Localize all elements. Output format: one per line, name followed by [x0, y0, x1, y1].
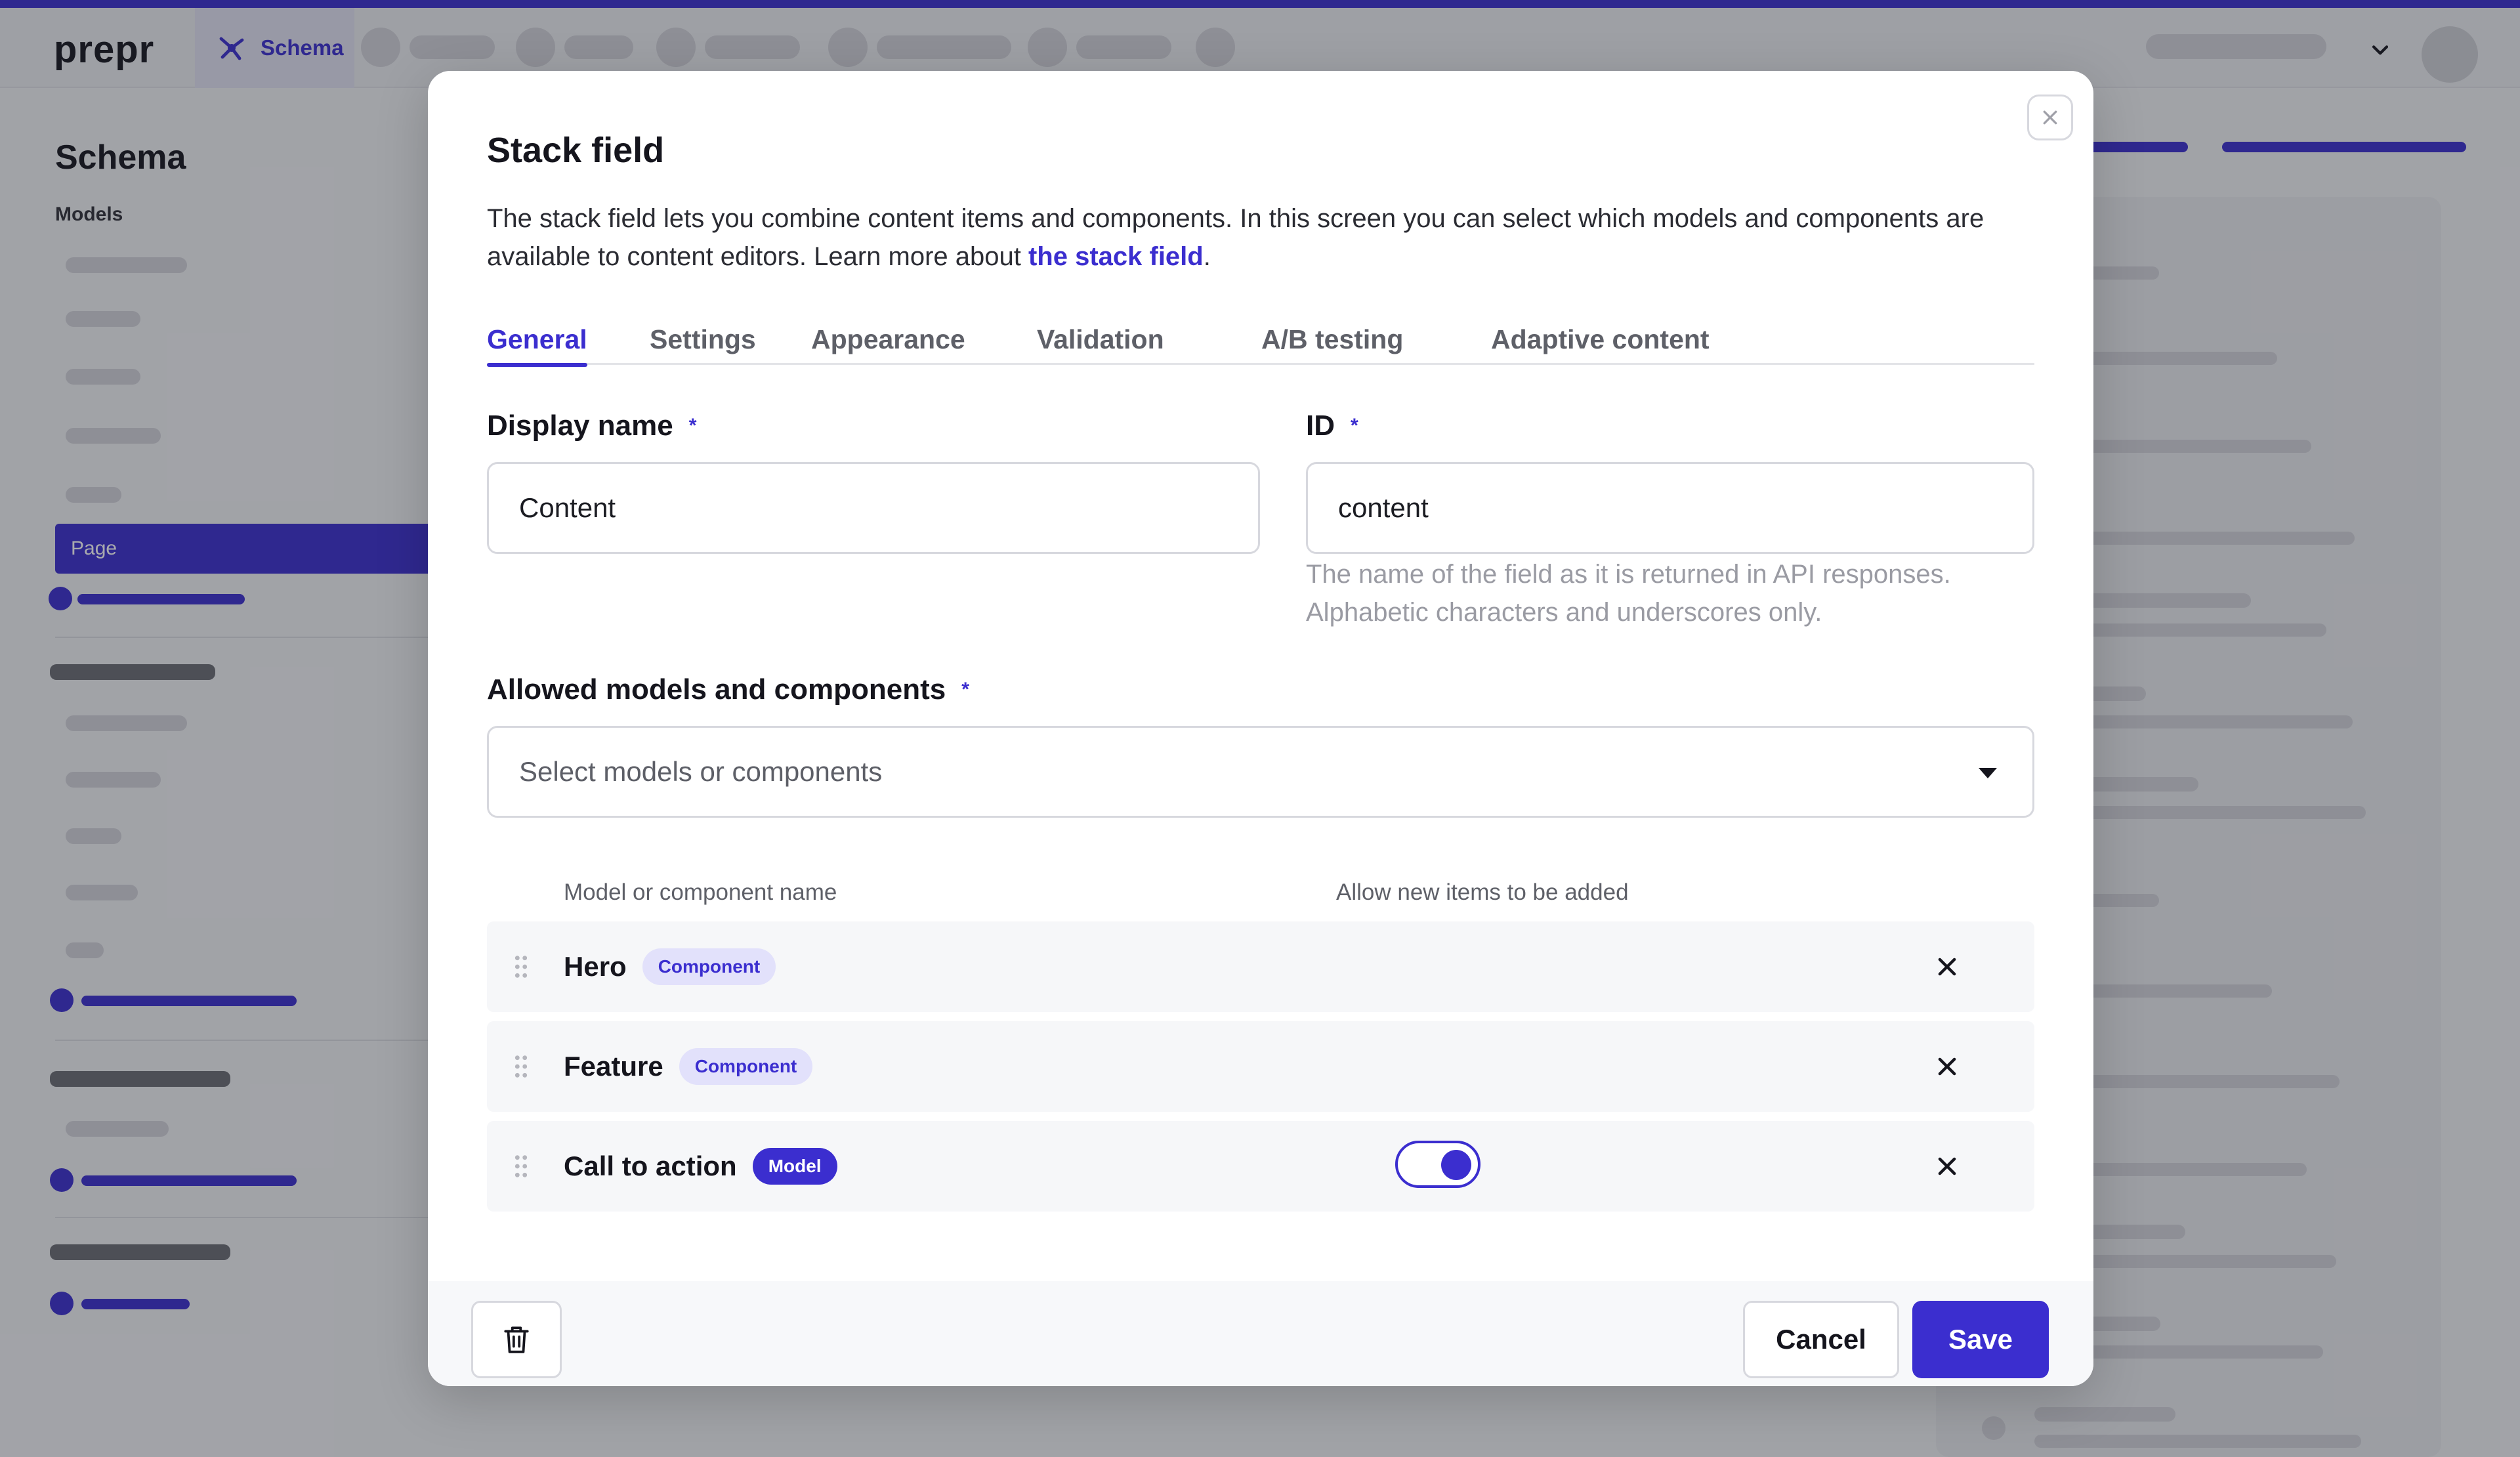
dialog-description: The stack field lets you combine content…: [487, 200, 1996, 276]
row-name-text: Feature: [564, 1051, 663, 1082]
id-label: ID *: [1306, 410, 1358, 442]
stack-field-dialog: Stack field The stack field lets you com…: [428, 71, 2093, 1386]
tab-ab-testing[interactable]: A/B testing: [1261, 324, 1403, 365]
remove-icon[interactable]: [1935, 1154, 1960, 1179]
remove-icon[interactable]: [1935, 1054, 1960, 1079]
table-row: Hero Component: [487, 921, 2034, 1012]
models-select[interactable]: Select models or components: [487, 726, 2034, 818]
id-input[interactable]: content: [1306, 462, 2034, 554]
drag-handle-icon[interactable]: [513, 954, 529, 979]
row-name: Hero Component: [564, 921, 776, 1012]
cancel-button[interactable]: Cancel: [1743, 1301, 1899, 1378]
save-button[interactable]: Save: [1912, 1301, 2049, 1378]
table-row: Feature Component: [487, 1021, 2034, 1112]
component-badge: Component: [642, 948, 776, 985]
table-row: Call to action Model: [487, 1121, 2034, 1212]
id-hint: The name of the field as it is returned …: [1306, 560, 1951, 627]
dialog-footer: Cancel Save: [428, 1281, 2093, 1386]
row-name: Call to action Model: [564, 1121, 837, 1212]
required-marker: *: [961, 679, 969, 700]
row-name-text: Hero: [564, 951, 627, 982]
column-header-allow-new: Allow new items to be added: [1336, 879, 1629, 905]
description-text: The stack field lets you combine content…: [487, 204, 1984, 271]
component-badge: Component: [679, 1048, 813, 1085]
display-name-input[interactable]: Content: [487, 462, 1260, 554]
id-label-text: ID: [1306, 410, 1335, 442]
row-name: Feature Component: [564, 1021, 813, 1112]
row-name-text: Call to action: [564, 1151, 737, 1181]
drag-handle-icon[interactable]: [513, 1054, 529, 1079]
allowed-models-label-text: Allowed models and components: [487, 673, 946, 706]
close-button[interactable]: [2027, 95, 2073, 140]
model-badge: Model: [752, 1148, 837, 1185]
display-name-label: Display name *: [487, 410, 696, 442]
tab-appearance[interactable]: Appearance: [811, 324, 965, 365]
description-end: .: [1203, 242, 1211, 271]
tab-settings[interactable]: Settings: [650, 324, 756, 365]
tab-adaptive-content[interactable]: Adaptive content: [1491, 324, 1710, 365]
trash-icon: [504, 1326, 529, 1353]
drag-handle-icon[interactable]: [513, 1154, 529, 1179]
dialog-title: Stack field: [487, 131, 665, 170]
stack-field-docs-link[interactable]: the stack field: [1028, 242, 1204, 271]
toggle-knob: [1441, 1150, 1471, 1180]
models-select-placeholder: Select models or components: [519, 756, 883, 787]
required-marker: *: [1351, 415, 1358, 436]
delete-field-button[interactable]: [471, 1301, 562, 1378]
caret-down-icon: [1979, 768, 1997, 778]
column-header-name: Model or component name: [564, 879, 837, 905]
field-tabs: General Settings Appearance Validation A…: [487, 324, 2034, 367]
tab-validation[interactable]: Validation: [1037, 324, 1164, 365]
display-name-label-text: Display name: [487, 410, 673, 442]
allowed-models-label: Allowed models and components *: [487, 673, 969, 706]
required-marker: *: [688, 415, 697, 436]
allow-new-items-toggle[interactable]: [1395, 1141, 1480, 1188]
close-icon: [2043, 110, 2057, 125]
remove-icon[interactable]: [1935, 954, 1960, 979]
tab-general[interactable]: General: [487, 324, 587, 367]
